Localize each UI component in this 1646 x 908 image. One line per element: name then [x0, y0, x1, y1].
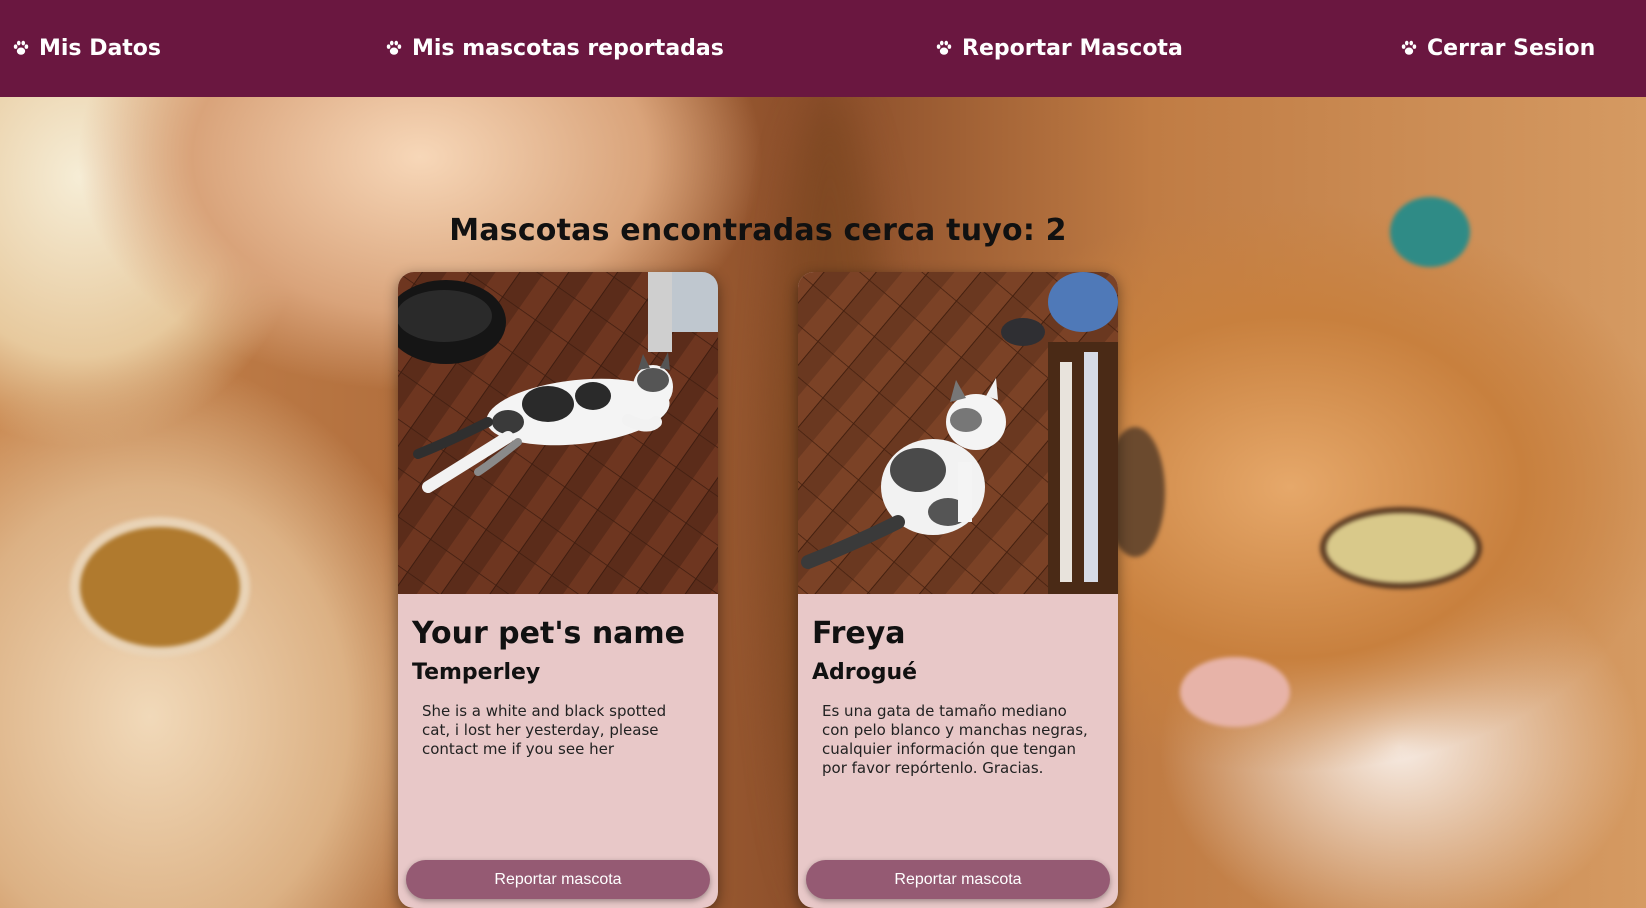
paw-icon [12, 39, 30, 57]
nav-item-reportar-mascota[interactable]: Reportar Mascota [935, 30, 1183, 66]
pet-photo [798, 272, 1118, 594]
pet-location: Temperley [412, 660, 541, 685]
paw-icon [1400, 39, 1418, 57]
pet-card: Your pet's name Temperley She is a white… [398, 272, 718, 908]
nav-item-mis-datos[interactable]: Mis Datos [12, 30, 161, 66]
nav-item-label: Reportar Mascota [962, 35, 1183, 61]
paw-icon [935, 39, 953, 57]
nav-item-cerrar-sesion[interactable]: Cerrar Sesion [1400, 30, 1595, 66]
nav-item-label: Mis Datos [39, 35, 162, 61]
nav-item-label: Mis mascotas reportadas [412, 35, 724, 61]
pet-photo [398, 272, 718, 594]
cat-eye-right [1320, 507, 1482, 589]
report-pet-button[interactable]: Reportar mascota [406, 860, 710, 899]
pet-name: Your pet's name [412, 616, 686, 651]
top-navbar: Mis Datos Mis mascotas reportadas Report… [0, 0, 1646, 97]
report-pet-button[interactable]: Reportar mascota [806, 860, 1110, 899]
pet-description: She is a white and black spotted cat, i … [422, 702, 667, 758]
pet-location: Adrogué [812, 660, 918, 685]
page-title: Mascotas encontradas cerca tuyo: 2 [449, 213, 1067, 248]
pet-name: Freya [812, 616, 906, 651]
nav-item-mis-mascotas-reportadas[interactable]: Mis mascotas reportadas [385, 30, 724, 66]
cat-nose [1180, 657, 1290, 727]
pet-card: Freya Adrogué Es una gata de tamaño medi… [798, 272, 1118, 908]
nav-item-label: Cerrar Sesion [1427, 35, 1596, 61]
dog-eye [70, 517, 250, 657]
paw-icon [385, 39, 403, 57]
pet-description: Es una gata de tamaño mediano con pelo b… [822, 702, 1088, 777]
